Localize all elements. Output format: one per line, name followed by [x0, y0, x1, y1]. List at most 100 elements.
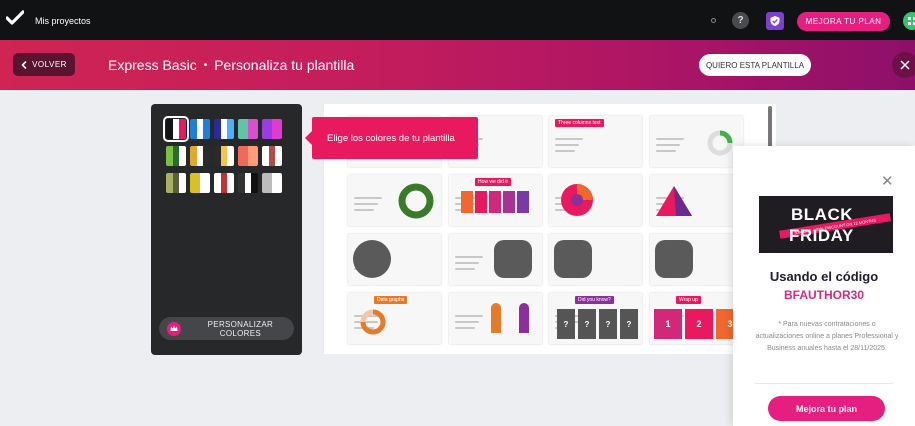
slide-donut	[398, 183, 434, 219]
slide-quiz-card: ?	[620, 309, 638, 339]
logo-check-icon[interactable]	[6, 10, 24, 26]
slide-text-line	[354, 209, 374, 211]
color-palette-swatch[interactable]	[214, 119, 234, 139]
color-palette-swatch[interactable]	[166, 173, 186, 193]
promo-close-icon[interactable]: ✕	[881, 172, 894, 190]
color-palette-swatch[interactable]	[166, 146, 186, 166]
slide-photo	[554, 240, 592, 278]
promo-code-value: BFAUTHOR30	[783, 288, 864, 302]
help-icon[interactable]: ?	[732, 12, 749, 29]
slide-quiz-card: ?	[578, 309, 596, 339]
template-slide[interactable]: Data graphs	[348, 293, 441, 344]
promo-code-label: Usando el código	[769, 269, 879, 284]
slide-text-line	[455, 268, 475, 270]
slide-text-line	[555, 138, 583, 140]
back-button[interactable]: VOLVER	[13, 53, 75, 76]
template-slide[interactable]	[348, 175, 441, 226]
slide-donut	[707, 130, 733, 156]
close-icon	[900, 60, 910, 70]
slide-person-figure	[491, 303, 501, 333]
color-palette-swatch[interactable]	[214, 173, 234, 193]
template-slide[interactable]	[650, 175, 743, 226]
status-dot-icon	[711, 18, 716, 23]
slide-pyramid	[656, 186, 692, 216]
slide-step-block	[461, 191, 473, 213]
promo-divider	[755, 383, 893, 384]
template-slide[interactable]: How we did it	[449, 175, 542, 226]
slide-text-line	[455, 262, 479, 264]
slide-title: Did you know?	[575, 296, 614, 304]
page-title: Express Basic • Personaliza tu plantilla	[108, 57, 354, 73]
slide-text-line	[354, 203, 378, 205]
crown-icon	[167, 321, 181, 336]
color-palette-swatch[interactable]	[190, 119, 210, 139]
template-slide[interactable]: Three columns text	[549, 116, 642, 167]
my-projects-link[interactable]: Mis proyectos	[35, 16, 91, 26]
template-slide[interactable]	[348, 234, 441, 285]
slide-step-block	[517, 191, 529, 213]
slide-circle-chart	[561, 184, 593, 216]
template-name: Express Basic	[108, 57, 197, 73]
slide-text-line	[455, 315, 483, 317]
slide-text-line	[555, 144, 579, 146]
close-editor-button[interactable]	[892, 52, 915, 78]
improve-plan-button[interactable]: Mejora tu plan	[768, 396, 885, 421]
slide-title: Wrap up	[676, 296, 701, 304]
tooltip-text: Elige los colores de tu plantilla	[327, 132, 455, 144]
black-friday-banner: BLACK 30% OFF + 30% DISCOUNT ON 12 MONTH…	[759, 196, 893, 253]
slide-text-line	[455, 327, 475, 329]
shield-glyph	[770, 16, 780, 26]
color-palette-swatch[interactable]	[190, 146, 210, 166]
banner-line-2: FRIDAY	[789, 226, 854, 245]
template-slide[interactable]	[549, 175, 642, 226]
slide-text-line	[455, 321, 479, 323]
promo-note: * Para nuevas contrataciones o actualiza…	[755, 321, 899, 352]
customize-colors-label: PERSONALIZAR COLORES	[207, 319, 274, 338]
top-bar: Mis proyectos ? MEJORA TU PLAN	[0, 0, 915, 40]
color-palette-swatch[interactable]	[190, 173, 210, 193]
slide-person-figure	[519, 303, 529, 333]
slide-title: Three columns text	[555, 119, 604, 127]
color-palette-swatch[interactable]	[262, 146, 282, 166]
slide-quiz-card: ?	[599, 309, 617, 339]
color-palette-swatch[interactable]	[262, 119, 282, 139]
shield-check-icon[interactable]	[766, 12, 784, 30]
slide-step-block	[503, 191, 515, 213]
color-palette-swatch[interactable]	[238, 146, 258, 166]
slide-step-block	[489, 191, 501, 213]
slide-number-block: 2	[685, 309, 713, 339]
slide-title: Data graphs	[374, 296, 408, 304]
want-template-button[interactable]: QUIERO ESTA PLANTILLA	[699, 54, 811, 76]
palette-row	[166, 173, 282, 193]
template-slide[interactable]	[449, 293, 542, 344]
palette-tooltip: Elige los colores de tu plantilla	[305, 117, 478, 159]
template-slide[interactable]	[549, 234, 642, 285]
title-separator: •	[203, 59, 208, 71]
color-palette-swatch[interactable]	[214, 146, 234, 166]
slide-photo	[353, 240, 391, 278]
slide-text-line	[656, 138, 684, 140]
slide-text-line	[555, 150, 575, 152]
upgrade-plan-button[interactable]: MEJORA TU PLAN	[797, 12, 890, 31]
slide-step-block	[475, 191, 487, 213]
preview-scrollbar[interactable]	[768, 106, 772, 148]
color-palette-swatch[interactable]	[238, 119, 258, 139]
slide-text-line	[656, 150, 676, 152]
user-avatar[interactable]	[903, 12, 915, 30]
slide-photo	[494, 240, 532, 278]
template-slide[interactable]: Did you know?????	[549, 293, 642, 344]
customize-colors-button[interactable]: PERSONALIZAR COLORES	[159, 317, 294, 340]
color-palette-swatch[interactable]	[163, 116, 189, 142]
template-slide[interactable]	[650, 116, 743, 167]
slide-number-block: 1	[654, 309, 682, 339]
slide-quiz-card: ?	[557, 309, 575, 339]
color-palette-swatch[interactable]	[238, 173, 258, 193]
color-palette-swatch[interactable]	[262, 173, 282, 193]
palette-row	[166, 146, 282, 166]
template-slide[interactable]	[449, 234, 542, 285]
template-slide[interactable]	[650, 234, 743, 285]
chevron-left-icon	[21, 60, 27, 69]
back-button-label: VOLVER	[32, 60, 67, 69]
page-subtitle: Personaliza tu plantilla	[214, 57, 355, 73]
template-slide[interactable]: Wrap up 1 2 3	[650, 293, 743, 344]
